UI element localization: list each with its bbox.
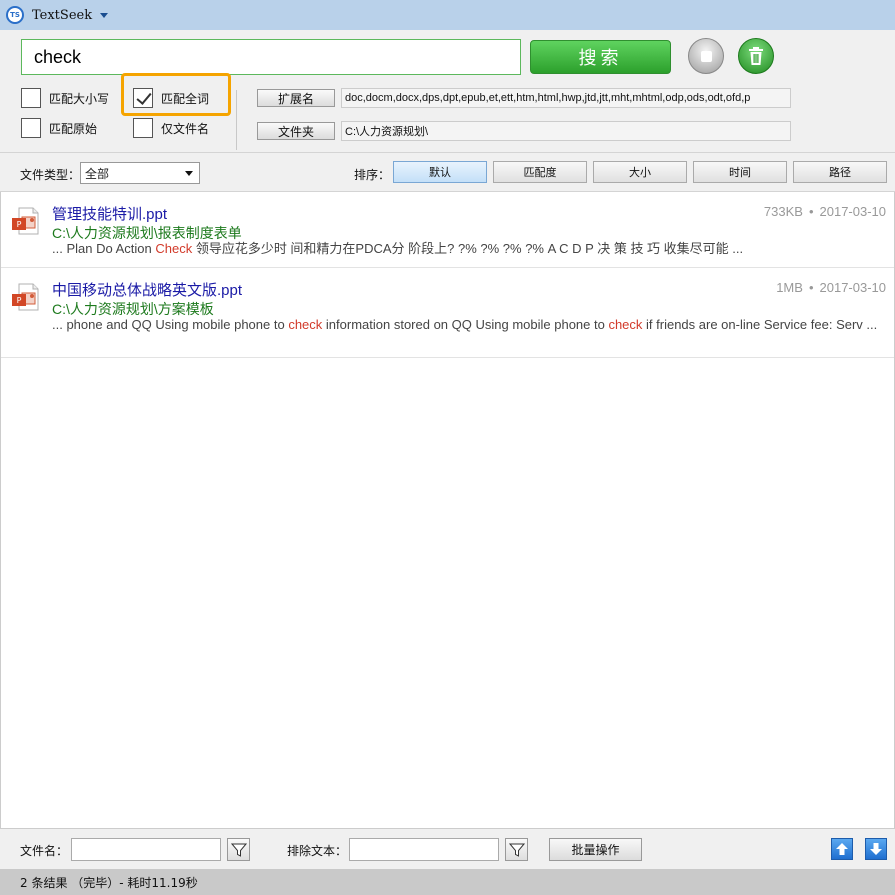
exclude-filter-button[interactable] bbox=[505, 838, 528, 861]
bottom-bar: 文件名： 排除文本： 批量操作 bbox=[0, 828, 895, 869]
search-button[interactable]: 搜索 bbox=[530, 40, 671, 74]
snippet-text: 领导应花多少时 间和精力在PDCA分 阶段上? ?% ?% ?% ?% A C … bbox=[192, 241, 744, 256]
svg-text:P: P bbox=[17, 220, 22, 229]
scroll-down-button[interactable] bbox=[865, 838, 887, 860]
result-meta: 733KB • 2017-03-10 bbox=[763, 204, 887, 219]
stop-icon bbox=[700, 50, 712, 62]
sort-size-button[interactable]: 大小 bbox=[593, 161, 687, 183]
file-type-label: 文件类型： bbox=[20, 168, 81, 182]
results-list: P 管理技能特训.ppt 733KB • 2017-03-10 C:\人力资源规划\… bbox=[0, 192, 895, 828]
match-original-option[interactable]: 匹配原始 bbox=[21, 118, 97, 138]
extensions-field[interactable]: doc,docm,docx,dps,dpt,epub,et,ett,htm,ht… bbox=[341, 88, 791, 108]
snippet-text: if friends are on-line Service fee: Serv… bbox=[642, 317, 878, 332]
filename-only-label: 仅文件名 bbox=[161, 121, 210, 136]
sort-path-button[interactable]: 路径 bbox=[793, 161, 887, 183]
filename-filter-label: 文件名： bbox=[20, 844, 69, 858]
result-snippet: ... Plan Do Action Check 领导应花多少时 间和精力在PD… bbox=[52, 241, 887, 257]
result-snippet: ... phone and QQ Using mobile phone to c… bbox=[52, 317, 887, 333]
result-item[interactable]: P 管理技能特训.ppt 733KB • 2017-03-10 C:\人力资源规划\… bbox=[1, 192, 894, 268]
match-original-checkbox[interactable] bbox=[21, 118, 41, 138]
app-title[interactable]: TextSeek bbox=[32, 8, 92, 23]
filter-bar: 文件类型： 全部 排序： 默认 匹配度 大小 时间 路径 bbox=[0, 152, 895, 192]
sort-default-button[interactable]: 默认 bbox=[393, 161, 487, 183]
filter-funnel-icon bbox=[508, 843, 525, 857]
filename-filter-input[interactable] bbox=[71, 838, 221, 861]
result-title[interactable]: 管理技能特训.ppt bbox=[52, 203, 167, 224]
snippet-hit: Check bbox=[155, 241, 193, 256]
snippet-hit: check bbox=[608, 317, 643, 332]
scroll-up-button[interactable] bbox=[831, 838, 853, 860]
match-case-option[interactable]: 匹配大小写 bbox=[21, 88, 109, 108]
filename-filter-button[interactable] bbox=[227, 838, 250, 861]
snippet-text: ... phone and QQ Using mobile phone to bbox=[52, 317, 289, 332]
match-case-label: 匹配大小写 bbox=[49, 91, 110, 106]
sort-time-button[interactable]: 时间 bbox=[693, 161, 787, 183]
status-text: 2 条结果 （完毕）- 耗时11.19秒 bbox=[20, 875, 198, 890]
focus-highlight bbox=[121, 73, 231, 116]
filename-only-checkbox[interactable] bbox=[133, 118, 153, 138]
stop-button[interactable] bbox=[688, 38, 724, 74]
result-path[interactable]: C:\人力资源规划\方案模板 bbox=[52, 299, 214, 319]
result-title[interactable]: 中国移动总体战略英文版.ppt bbox=[52, 279, 242, 300]
snippet-text: ... Plan Do Action bbox=[52, 241, 156, 256]
ppt-file-icon: P bbox=[12, 207, 39, 235]
match-original-label: 匹配原始 bbox=[49, 121, 98, 136]
sort-label: 排序： bbox=[354, 168, 391, 182]
file-type-value: 全部 bbox=[85, 166, 110, 181]
svg-text:P: P bbox=[17, 296, 22, 305]
folder-field[interactable]: C:\人力资源规划\ bbox=[341, 121, 791, 141]
arrow-up-icon bbox=[836, 843, 848, 855]
ppt-file-icon: P bbox=[12, 283, 39, 311]
app-menu-caret-icon[interactable] bbox=[100, 12, 109, 18]
file-type-select[interactable]: 全部 bbox=[80, 162, 200, 184]
divider bbox=[236, 90, 237, 150]
batch-operation-button[interactable]: 批量操作 bbox=[549, 838, 642, 861]
search-panel: 搜索 匹配大小写 匹配全词 匹配原始 仅文件名 扩展名 doc,docm,doc… bbox=[0, 30, 895, 152]
folder-button[interactable]: 文件夹 bbox=[257, 122, 335, 140]
filename-only-option[interactable]: 仅文件名 bbox=[133, 118, 209, 138]
exclude-text-label: 排除文本： bbox=[287, 844, 348, 858]
result-item[interactable]: P 中国移动总体战略英文版.ppt 1MB • 2017-03-10 C:\人力资源… bbox=[1, 268, 894, 358]
match-case-checkbox[interactable] bbox=[21, 88, 41, 108]
search-input[interactable] bbox=[21, 39, 521, 75]
arrow-down-icon bbox=[870, 843, 882, 855]
trash-icon bbox=[749, 47, 763, 65]
result-size: 733KB bbox=[763, 204, 803, 219]
result-path[interactable]: C:\人力资源规划\报表制度表单 bbox=[52, 223, 242, 243]
sort-relevance-button[interactable]: 匹配度 bbox=[493, 161, 587, 183]
status-bar: 2 条结果 （完毕）- 耗时11.19秒 bbox=[0, 869, 895, 895]
snippet-text: information stored on QQ Using mobile ph… bbox=[322, 317, 609, 332]
snippet-hit: check bbox=[288, 317, 323, 332]
app-logo-icon: TS bbox=[6, 6, 24, 24]
result-size: 1MB bbox=[776, 280, 803, 295]
result-meta: 1MB • 2017-03-10 bbox=[776, 280, 886, 295]
filter-funnel-icon bbox=[230, 843, 247, 857]
exclude-text-input[interactable] bbox=[349, 838, 499, 861]
title-bar: TS TextSeek bbox=[0, 0, 895, 30]
extensions-button[interactable]: 扩展名 bbox=[257, 89, 335, 107]
result-date: 2017-03-10 bbox=[819, 280, 887, 295]
result-date: 2017-03-10 bbox=[819, 204, 887, 219]
clear-button[interactable] bbox=[738, 38, 774, 74]
chevron-down-icon bbox=[185, 171, 193, 176]
